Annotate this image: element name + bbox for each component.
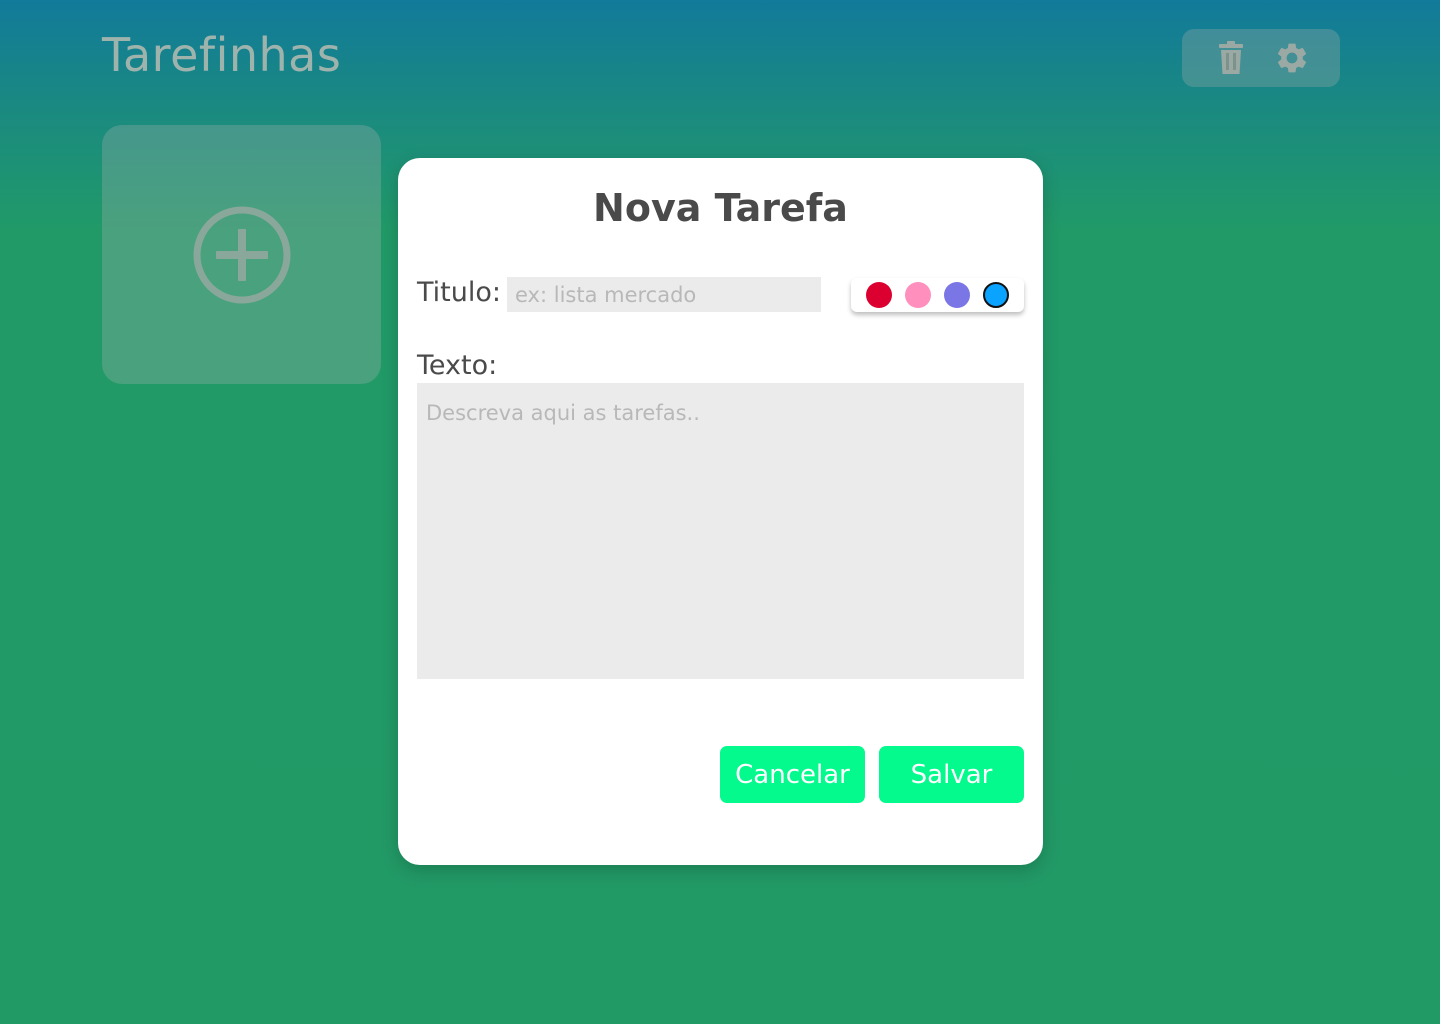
text-label: Texto: — [417, 350, 498, 381]
settings-button[interactable] — [1272, 38, 1312, 78]
task-text-area[interactable] — [417, 383, 1024, 679]
add-task-card[interactable] — [102, 125, 381, 384]
title-label: Titulo: — [417, 277, 501, 308]
modal-title: Nova Tarefa — [593, 186, 848, 230]
plus-circle-icon — [193, 206, 290, 303]
header-toolbar — [1182, 29, 1340, 87]
save-button[interactable]: Salvar — [879, 746, 1024, 803]
color-picker — [851, 278, 1024, 312]
color-option-pink[interactable] — [905, 282, 931, 308]
cancel-button[interactable]: Cancelar — [720, 746, 865, 803]
color-option-blue[interactable] — [983, 282, 1009, 308]
trash-icon — [1218, 41, 1243, 74]
title-input[interactable] — [507, 277, 821, 312]
color-option-purple[interactable] — [944, 282, 970, 308]
app-title: Tarefinhas — [102, 28, 342, 82]
color-option-red[interactable] — [866, 282, 892, 308]
new-task-modal: Nova Tarefa Titulo: Texto: Cancelar Salv… — [398, 158, 1043, 865]
gear-icon — [1277, 43, 1306, 73]
delete-button[interactable] — [1211, 38, 1251, 78]
